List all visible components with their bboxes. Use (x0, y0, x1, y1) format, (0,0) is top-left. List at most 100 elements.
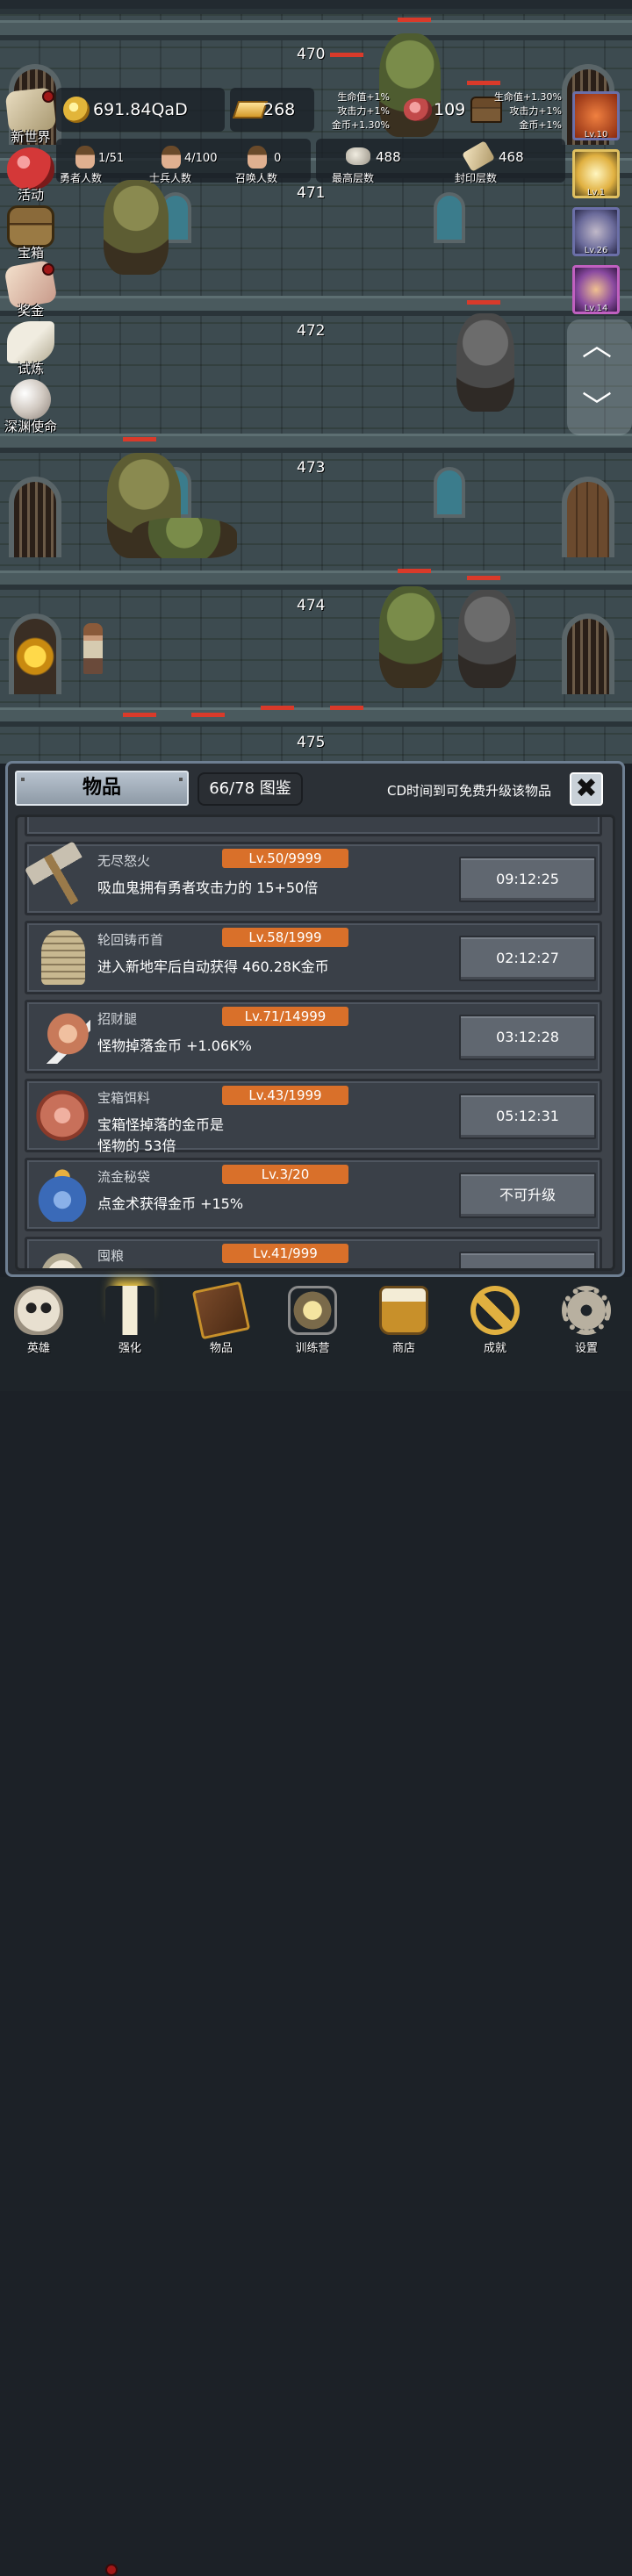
portrait-level: Lv.26 (584, 246, 608, 255)
hp-bar (191, 713, 225, 717)
portrait-mage-hero[interactable]: Lv.14 (572, 265, 620, 314)
summon-head-icon (248, 146, 267, 169)
menu-trial[interactable]: 试炼 (2, 321, 60, 377)
item-level: Lv.71/14999 (222, 1007, 348, 1026)
stat-line: 攻击力+1% (509, 105, 562, 117)
items-panel: 物品 66/78 图鉴 CD时间到可免费升级该物品 ✖ 无尽怒火 Lv.50/9… (5, 761, 625, 1277)
upgrade-button[interactable]: 02:12:27 (459, 936, 596, 981)
nav-training-camp[interactable]: 训练营 (276, 1284, 349, 1358)
hp-bar (467, 576, 500, 580)
list-item: 囤粮 Lv.41/999 08:12:33 (25, 1237, 602, 1268)
upgrade-button[interactable]: 03:12:28 (459, 1015, 596, 1060)
floor-number: 475 (297, 734, 326, 751)
gold-amount: 691.84QaD (93, 100, 188, 119)
floor-number: 474 (297, 597, 326, 614)
hp-bar (123, 437, 156, 441)
stat-line: 攻击力+1% (337, 105, 390, 117)
floor-number: 470 (297, 46, 326, 63)
item-name: 招财腿 (97, 1011, 138, 1027)
nav-shop[interactable]: 商店 (367, 1284, 441, 1358)
notification-dot (42, 90, 54, 103)
mug-icon (379, 1286, 428, 1335)
item-name: 无尽怒火 (97, 853, 151, 869)
scroll-up-button[interactable]: ︿ (579, 328, 614, 363)
upgrade-button[interactable]: 不可升级 (459, 1173, 596, 1218)
upgrade-button[interactable]: 08:12:33 (459, 1252, 596, 1268)
item-level: Lv.41/999 (222, 1244, 348, 1263)
floor-number: 472 (297, 322, 326, 340)
upgrade-button[interactable]: 05:12:31 (459, 1094, 596, 1139)
gear-icon (562, 1286, 611, 1335)
menu-event[interactable]: 活动 (2, 147, 60, 204)
soldier-count: 4/100 (184, 152, 218, 165)
list-item: 轮回铸币首 Lv.58/1999 进入新地牢后自动获得 460.28K金币 02… (25, 921, 602, 994)
item-name: 流金秘袋 (97, 1169, 151, 1185)
nav-label: 强化 (118, 1342, 141, 1355)
close-button[interactable]: ✖ (570, 772, 603, 806)
item-description: 怪物掉落金币 +1.06K% (97, 1037, 252, 1054)
skull-icon (14, 1286, 63, 1335)
portal-door (9, 614, 61, 694)
portrait-level: Lv.1 (586, 188, 606, 197)
list-scrollbar[interactable] (613, 922, 615, 975)
summon-count-label: 召唤人数 (235, 172, 278, 184)
knight-monster (458, 590, 516, 688)
window (434, 192, 465, 243)
portrait-level: Lv.10 (584, 130, 608, 140)
cd-note: CD时间到可免费升级该物品 (387, 783, 552, 799)
knight-monster (456, 313, 514, 412)
nav-items[interactable]: 物品 (184, 1281, 258, 1358)
hp-bar (467, 300, 500, 305)
nav-heroes[interactable]: 英雄 (2, 1284, 75, 1358)
list-item: 流金秘袋 Lv.3/20 点金术获得金币 +15% 不可升级 (25, 1158, 602, 1231)
soldier-count-label: 士兵人数 (149, 172, 192, 184)
stone-icon (346, 147, 370, 165)
right-stat-bonuses: 生命值+1.30% 攻击力+1% 金币+1% (488, 90, 562, 133)
nav-settings[interactable]: 设置 (549, 1284, 623, 1358)
stat-line: 生命值+1.30% (493, 91, 562, 103)
notification-dot (42, 263, 54, 276)
list-item: 招财腿 Lv.71/14999 怪物掉落金币 +1.06K% 03:12:28 (25, 1000, 602, 1073)
portrait-fire-hero[interactable]: Lv.10 (572, 91, 620, 140)
hp-bar (123, 713, 156, 717)
portrait-armored-hero[interactable]: Lv.26 (572, 207, 620, 256)
floor-number: 471 (297, 184, 326, 202)
nav-label: 训练营 (295, 1342, 330, 1355)
window (434, 467, 465, 518)
menu-abyss-mission[interactable]: 深渊使命 (2, 379, 60, 435)
stat-line: 金币+1.30% (331, 119, 390, 131)
tab-codex[interactable]: 66/78 图鉴 (198, 772, 303, 806)
hp-bar (398, 18, 431, 22)
sealed-floor: 468 (499, 149, 524, 165)
nav-label: 设置 (574, 1342, 598, 1355)
bottom-nav: 英雄 强化 物品 训练营 商店 成就 设置 (0, 1277, 632, 2576)
item-name: 轮回铸币首 (97, 932, 164, 948)
floor-469 (0, 9, 632, 35)
candle-icon (105, 1286, 154, 1335)
highest-floor: 488 (376, 149, 401, 165)
item-list: 无尽怒火 Lv.50/9999 吸血鬼拥有勇者攻击力的 15+50倍 09:12… (18, 817, 613, 1268)
drumstick-icon (34, 1009, 90, 1064)
summon-count: 0 (274, 152, 282, 165)
nav-achievements[interactable]: 成就 (458, 1284, 532, 1358)
stat-line: 生命值+1% (337, 91, 390, 103)
nav-label: 物品 (209, 1342, 233, 1355)
nav-label: 商店 (391, 1342, 415, 1355)
meat-amount: 109 (434, 100, 466, 119)
floor-number: 473 (297, 459, 326, 477)
helmet-icon (41, 930, 85, 985)
hero-head-icon (75, 146, 95, 169)
tab-items[interactable]: 物品 (15, 771, 189, 806)
item-description: 宝箱怪掉落的金币是 怪物的 53倍 (97, 1116, 225, 1154)
nav-enhance[interactable]: 强化 (93, 1284, 167, 1358)
menu-label: 试炼 (17, 361, 44, 377)
scroll-down-button[interactable]: ﹀ (579, 390, 614, 425)
item-description: 吸血鬼拥有勇者攻击力的 15+50倍 (97, 879, 319, 896)
upgrade-button[interactable]: 09:12:25 (459, 857, 596, 902)
notification-dot (105, 2564, 118, 2576)
menu-chest[interactable]: 宝箱 (2, 205, 60, 262)
item-list-frame: 无尽怒火 Lv.50/9999 吸血鬼拥有勇者攻击力的 15+50倍 09:12… (15, 814, 615, 1271)
left-stat-bonuses: 生命值+1% 攻击力+1% 金币+1.30% (323, 90, 390, 133)
menu-label: 奖金 (17, 303, 44, 319)
portrait-candle-hero[interactable]: Lv.1 (572, 149, 620, 198)
